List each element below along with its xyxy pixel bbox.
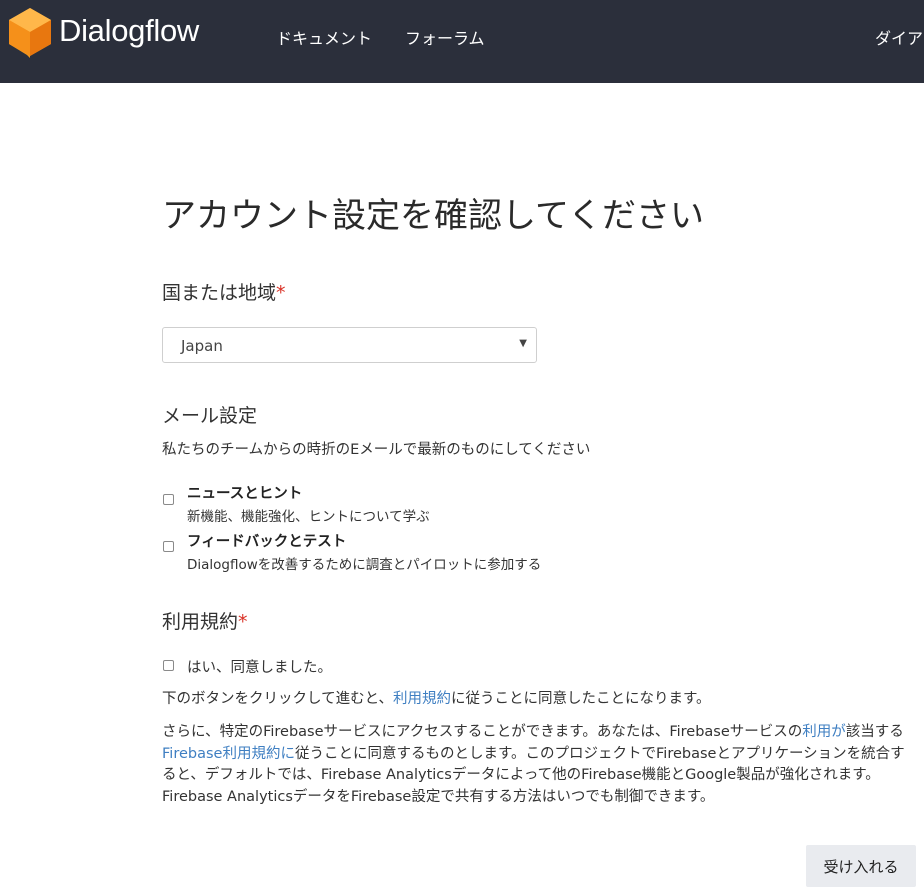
country-select[interactable]: Japan ▼ [162, 327, 537, 363]
top-nav-bar: Dialogflow ドキュメント フォーラム ダイア [0, 0, 924, 83]
region-label-text: 国または地域 [162, 282, 277, 304]
news-tips-subtitle: 新機能、機能強化、ヒントについて学ぶ [187, 509, 430, 525]
feedback-testing-title: フィードバックとテスト [187, 534, 347, 550]
firebase-usage-link[interactable]: 利用が [802, 724, 846, 740]
feedback-testing-checkbox[interactable] [163, 541, 174, 552]
accept-button[interactable]: 受け入れる [806, 845, 916, 887]
nav-forum[interactable]: フォーラム [405, 25, 485, 49]
country-select-value: Japan [181, 337, 223, 355]
brand-name[interactable]: Dialogflow [59, 13, 199, 49]
nav-truncated-item[interactable]: ダイア [875, 25, 924, 49]
terms-notice-after: に従うことに同意したことになります。 [450, 691, 711, 707]
agree-checkbox[interactable] [163, 660, 174, 671]
news-tips-title: ニュースとヒント [187, 486, 303, 502]
page-title: アカウント設定を確認してください [162, 196, 704, 236]
terms-notice: 下のボタンをクリックして進むと、利用規約に従うことに同意したことになります。 [162, 689, 917, 711]
dialogflow-logo-icon[interactable] [9, 8, 51, 58]
required-mark: * [238, 611, 248, 633]
region-label: 国または地域* [162, 278, 286, 305]
dropdown-arrow-icon: ▼ [519, 338, 527, 349]
firebase-text-1: さらに、特定のFirebaseサービスにアクセスすることができます。あなたは、F… [162, 724, 803, 740]
nav-documents[interactable]: ドキュメント [276, 25, 372, 49]
feedback-testing-subtitle: Dialogflowを改善するために調査とパイロットに参加する [187, 557, 542, 573]
firebase-text-2: 該当する [845, 724, 904, 740]
terms-link[interactable]: 利用規約 [393, 691, 451, 707]
terms-label: 利用規約* [162, 607, 248, 634]
terms-notice-before: 下のボタンをクリックして進むと、 [162, 691, 393, 707]
firebase-paragraph: さらに、特定のFirebaseサービスにアクセスすることができます。あなたは、F… [162, 722, 917, 808]
email-settings-description: 私たちのチームからの時折のEメールで最新のものにしてください [162, 442, 591, 458]
email-settings-label: メール設定 [162, 405, 258, 427]
required-mark: * [276, 282, 286, 304]
terms-label-text: 利用規約 [162, 611, 239, 633]
agree-label: はい、同意しました。 [187, 660, 332, 676]
firebase-terms-link[interactable]: Firebase利用規約に [162, 746, 295, 762]
news-tips-checkbox[interactable] [163, 494, 174, 505]
